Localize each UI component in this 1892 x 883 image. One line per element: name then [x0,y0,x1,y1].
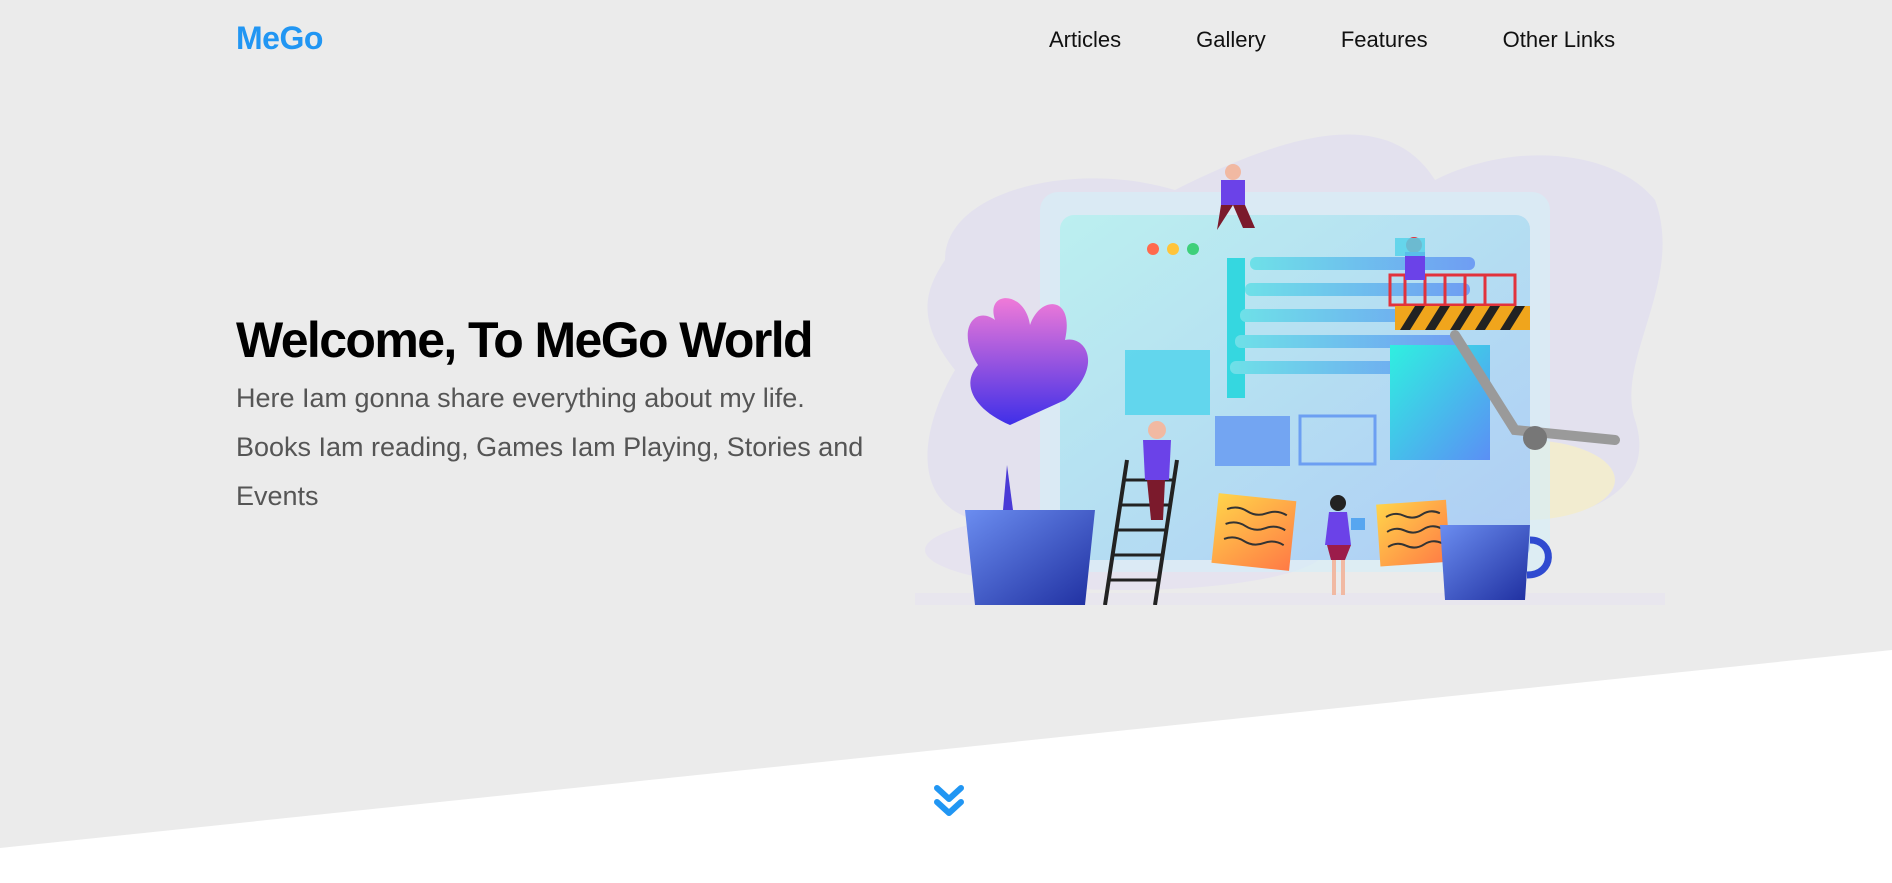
nav-link-features[interactable]: Features [1341,27,1428,53]
hero-section: Welcome, To MeGo World Here Iam gonna sh… [236,308,876,521]
nav-link-gallery[interactable]: Gallery [1196,27,1266,53]
main-nav: Articles Gallery Features Other Links [1049,27,1615,53]
nav-link-articles[interactable]: Articles [1049,27,1121,53]
hero-subtitle: Here Iam gonna share everything about my… [236,383,864,511]
site-logo[interactable]: MeGo [236,20,323,57]
double-chevron-down-icon[interactable] [932,784,966,820]
hero-illustration [915,134,1665,605]
site-header: MeGo Articles Gallery Features Other Lin… [0,0,1892,80]
hero-title: Welcome, To MeGo World [236,312,814,368]
nav-link-other-links[interactable]: Other Links [1503,27,1616,53]
